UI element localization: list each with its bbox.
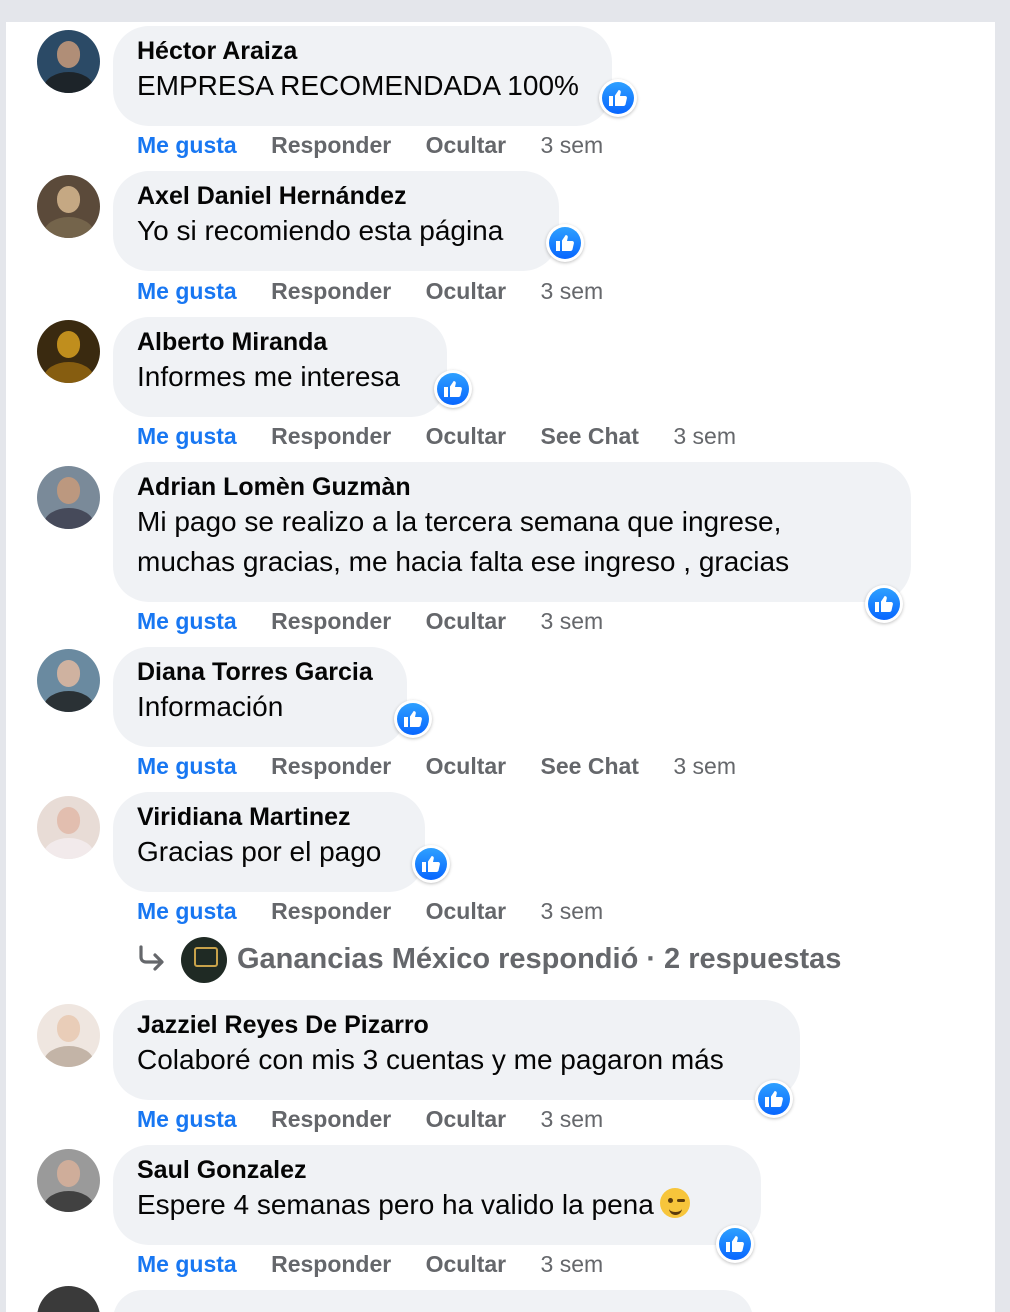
hide-button[interactable]: Ocultar <box>426 753 507 779</box>
timestamp[interactable]: 3 sem <box>541 608 604 634</box>
hide-button[interactable]: Ocultar <box>426 423 507 449</box>
avatar[interactable] <box>37 30 100 93</box>
avatar[interactable] <box>37 1149 100 1212</box>
see-chat-button[interactable]: See Chat <box>541 423 639 449</box>
comment-text: Información <box>137 691 284 722</box>
avatar[interactable] <box>37 466 100 529</box>
timestamp[interactable]: 3 sem <box>541 1251 604 1277</box>
comment-bubble: Jazziel Reyes De Pizarro Colaboré con mi… <box>113 1000 800 1100</box>
comment-bubble <box>113 1290 753 1312</box>
avatar[interactable] <box>37 320 100 383</box>
like-button[interactable]: Me gusta <box>137 132 237 158</box>
see-chat-button[interactable]: See Chat <box>541 753 639 779</box>
timestamp[interactable]: 3 sem <box>673 753 736 779</box>
comment-text: Espere 4 semanas pero ha valido la pena <box>137 1185 737 1225</box>
avatar[interactable] <box>37 796 100 859</box>
comment-text: EMPRESA RECOMENDADA 100% <box>137 70 579 101</box>
like-button[interactable]: Me gusta <box>137 1106 237 1132</box>
hide-button[interactable]: Ocultar <box>426 132 507 158</box>
reply-button[interactable]: Responder <box>271 608 391 634</box>
comment-bubble: Axel Daniel Hernández Yo si recomiendo e… <box>113 171 559 271</box>
hide-button[interactable]: Ocultar <box>426 1106 507 1132</box>
comment-text: Gracias por el pago <box>137 836 382 867</box>
comment-bubble: Saul Gonzalez Espere 4 semanas pero ha v… <box>113 1145 761 1245</box>
reply-button[interactable]: Responder <box>271 423 391 449</box>
timestamp[interactable]: 3 sem <box>673 423 736 449</box>
comment-actions: Me gusta Responder Ocultar 3 sem <box>137 1105 631 1133</box>
like-reaction-icon[interactable] <box>434 370 472 408</box>
winking-face-emoji <box>659 1188 690 1218</box>
hide-button[interactable]: Ocultar <box>426 278 507 304</box>
comment-actions: Me gusta Responder Ocultar 3 sem <box>137 131 631 159</box>
replies-summary[interactable]: Ganancias México respondió · 2 respuesta… <box>237 941 841 977</box>
comment-text: Informes me interesa <box>137 361 400 392</box>
like-reaction-icon[interactable] <box>546 224 584 262</box>
avatar[interactable] <box>37 175 100 238</box>
commenter-name[interactable]: Diana Torres Garcia <box>137 657 383 687</box>
comment-text-line: muchas gracias, me hacia falta ese ingre… <box>137 546 790 577</box>
avatar[interactable] <box>37 649 100 712</box>
reply-button[interactable]: Responder <box>271 132 391 158</box>
like-button[interactable]: Me gusta <box>137 1251 237 1277</box>
comment-actions: Me gusta Responder Ocultar 3 sem <box>137 277 631 305</box>
commenter-name[interactable]: Adrian Lomèn Guzmàn <box>137 472 887 502</box>
like-reaction-icon[interactable] <box>716 1225 754 1263</box>
comment-bubble: Diana Torres Garcia Información <box>113 647 407 747</box>
like-reaction-icon[interactable] <box>599 79 637 117</box>
comment-bubble: Alberto Miranda Informes me interesa <box>113 317 447 417</box>
reply-button[interactable]: Responder <box>271 1251 391 1277</box>
comment-text-line: Mi pago se realizo a la tercera semana q… <box>137 506 782 537</box>
like-reaction-icon[interactable] <box>394 700 432 738</box>
comment-actions: Me gusta Responder Ocultar 3 sem <box>137 1250 631 1278</box>
like-reaction-icon[interactable] <box>755 1080 793 1118</box>
like-button[interactable]: Me gusta <box>137 423 237 449</box>
commenter-name[interactable]: Saul Gonzalez <box>137 1155 737 1185</box>
reply-button[interactable]: Responder <box>271 753 391 779</box>
comment-text: Yo si recomiendo esta página <box>137 215 504 246</box>
avatar[interactable] <box>37 1004 100 1067</box>
like-reaction-icon[interactable] <box>412 845 450 883</box>
like-button[interactable]: Me gusta <box>137 278 237 304</box>
reply-button[interactable]: Responder <box>271 898 391 924</box>
hide-button[interactable]: Ocultar <box>426 1251 507 1277</box>
comment-bubble: Adrian Lomèn Guzmàn Mi pago se realizo a… <box>113 462 911 602</box>
comments-panel: Héctor Araiza EMPRESA RECOMENDADA 100% M… <box>6 22 995 1312</box>
timestamp[interactable]: 3 sem <box>541 132 604 158</box>
hide-button[interactable]: Ocultar <box>426 608 507 634</box>
page-avatar[interactable] <box>181 937 227 983</box>
comment-actions: Me gusta Responder Ocultar See Chat 3 se… <box>137 752 764 780</box>
comment-actions: Me gusta Responder Ocultar 3 sem <box>137 897 631 925</box>
reply-button[interactable]: Responder <box>271 1106 391 1132</box>
comment-text: Colaboré con mis 3 cuentas y me pagaron … <box>137 1044 724 1075</box>
commenter-name[interactable]: Héctor Araiza <box>137 36 588 66</box>
comment-bubble: Viridiana Martinez Gracias por el pago <box>113 792 425 892</box>
comment-actions: Me gusta Responder Ocultar See Chat 3 se… <box>137 422 764 450</box>
like-reaction-icon[interactable] <box>865 585 903 623</box>
comment-bubble: Héctor Araiza EMPRESA RECOMENDADA 100% <box>113 26 612 126</box>
like-button[interactable]: Me gusta <box>137 753 237 779</box>
commenter-name[interactable]: Viridiana Martinez <box>137 802 401 832</box>
commenter-name[interactable]: Jazziel Reyes De Pizarro <box>137 1010 776 1040</box>
like-button[interactable]: Me gusta <box>137 898 237 924</box>
hide-button[interactable]: Ocultar <box>426 898 507 924</box>
timestamp[interactable]: 3 sem <box>541 1106 604 1132</box>
commenter-name[interactable]: Alberto Miranda <box>137 327 423 357</box>
commenter-name[interactable]: Axel Daniel Hernández <box>137 181 535 211</box>
timestamp[interactable]: 3 sem <box>541 278 604 304</box>
avatar[interactable] <box>37 1286 100 1312</box>
comment-actions: Me gusta Responder Ocultar 3 sem <box>137 607 631 635</box>
timestamp[interactable]: 3 sem <box>541 898 604 924</box>
reply-arrow-icon <box>139 945 164 971</box>
reply-button[interactable]: Responder <box>271 278 391 304</box>
like-button[interactable]: Me gusta <box>137 608 237 634</box>
